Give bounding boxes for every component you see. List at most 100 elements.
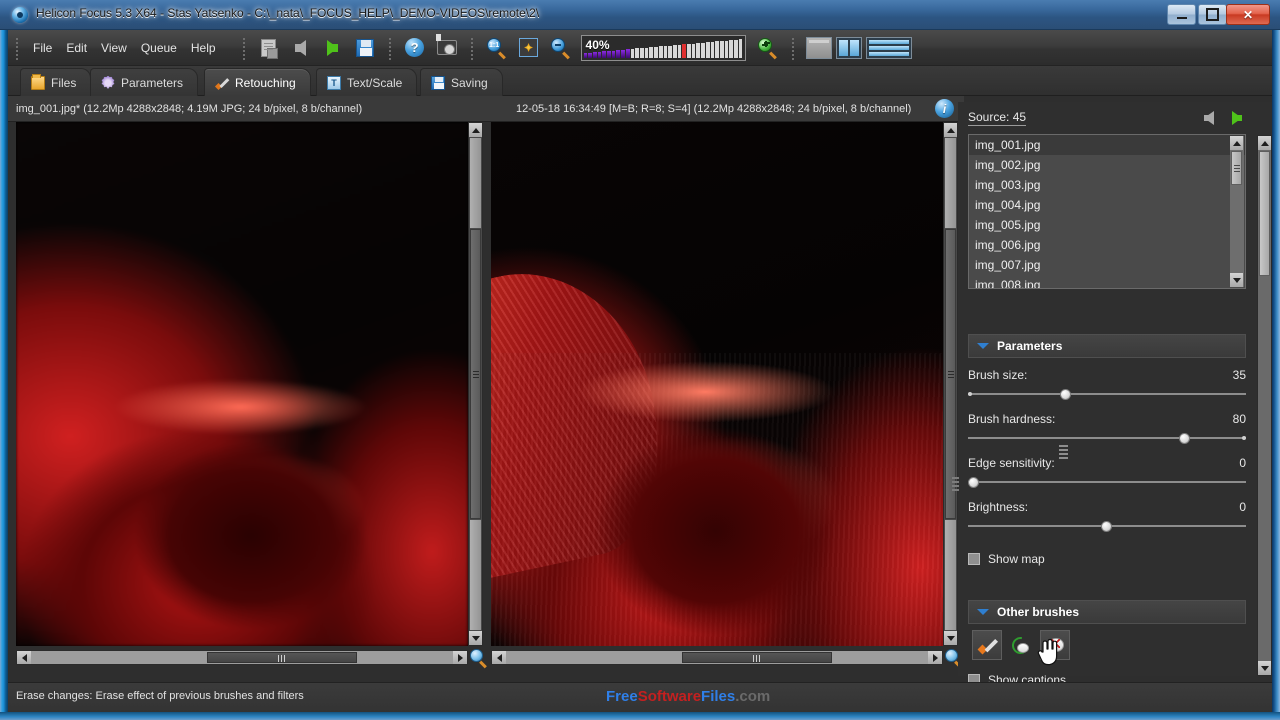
list-item[interactable]: img_003.jpg <box>969 175 1245 195</box>
scroll-right-icon[interactable] <box>928 651 942 664</box>
vscroll-track-top[interactable] <box>470 138 481 228</box>
scroll-down-icon[interactable] <box>1230 273 1243 287</box>
scroll-right-icon[interactable] <box>453 651 467 664</box>
zoom-in-button[interactable] <box>752 33 784 63</box>
scroll-left-icon[interactable] <box>492 651 506 664</box>
tab-parameters[interactable]: Parameters <box>90 68 199 96</box>
source-header[interactable]: Source: 45 <box>968 110 1027 126</box>
toolbar-grip[interactable] <box>14 35 20 60</box>
rows-view-button[interactable] <box>865 36 912 59</box>
back-arrow-icon[interactable] <box>1204 111 1214 125</box>
next-button[interactable] <box>317 33 349 63</box>
file-list-scrollbar[interactable] <box>1230 136 1244 287</box>
watermark-part4: .com <box>735 688 771 705</box>
toolbar-grip-5[interactable] <box>789 35 796 60</box>
menu-help[interactable]: Help <box>184 37 223 59</box>
forward-arrow-icon[interactable] <box>1232 111 1242 125</box>
left-pane-hscrollbar[interactable] <box>16 650 468 665</box>
brush-size-slider[interactable] <box>968 388 1246 400</box>
left-pane-vscrollbar[interactable] <box>468 122 483 646</box>
zoom-bar <box>616 49 621 58</box>
title-bar[interactable]: Helicon Focus 5.3 X64 - Stas Yatsenko - … <box>0 0 1280 30</box>
scroll-down-icon[interactable] <box>944 631 957 645</box>
single-view-button[interactable] <box>805 36 832 59</box>
toolbar-grip-3[interactable] <box>386 35 393 60</box>
other-brushes-section-header[interactable]: Other brushes <box>968 600 1246 624</box>
scroll-thumb[interactable] <box>1231 151 1242 185</box>
scroll-up-icon[interactable] <box>944 123 957 137</box>
split-view-button[interactable] <box>835 36 862 59</box>
help-button[interactable]: ? <box>399 33 431 63</box>
list-item[interactable]: img_008.jpg <box>969 275 1245 288</box>
toolbar-grip-4[interactable] <box>468 35 475 60</box>
list-item[interactable]: img_001.jpg <box>969 135 1245 155</box>
brightness-row: Brightness: 0 <box>968 500 1246 532</box>
zoom-bar <box>597 51 602 58</box>
zoom-out-button[interactable] <box>545 33 577 63</box>
vscroll-track-bottom[interactable] <box>470 520 481 630</box>
scroll-up-icon[interactable] <box>1230 136 1243 150</box>
zoom-level-widget[interactable]: 40% <box>580 34 746 61</box>
edge-sensitivity-slider[interactable] <box>968 476 1246 488</box>
paint-brush-button[interactable] <box>972 630 1002 660</box>
tab-saving[interactable]: Saving <box>420 68 503 96</box>
previous-button[interactable] <box>285 33 317 63</box>
source-image-pane[interactable] <box>16 122 468 646</box>
menu-queue[interactable]: Queue <box>134 37 184 59</box>
toolbar-grip-2[interactable] <box>240 35 247 60</box>
brightness-value: 0 <box>1239 500 1246 514</box>
brightness-slider[interactable] <box>968 520 1246 532</box>
list-item[interactable]: img_006.jpg <box>969 235 1245 255</box>
source-file-list[interactable]: img_001.jpg img_002.jpg img_003.jpg img_… <box>968 134 1246 289</box>
vscroll-track-top[interactable] <box>945 138 956 228</box>
brush-hardness-knob[interactable] <box>1179 433 1191 444</box>
scroll-up-icon[interactable] <box>1258 136 1271 150</box>
scroll-left-icon[interactable] <box>17 651 31 664</box>
brush-hardness-slider[interactable] <box>968 432 1246 444</box>
scroll-up-icon[interactable] <box>469 123 482 137</box>
list-item[interactable]: img_004.jpg <box>969 195 1245 215</box>
camera-button[interactable] <box>431 33 463 63</box>
tab-files[interactable]: Files <box>20 68 92 96</box>
hscroll-thumb[interactable] <box>682 652 832 663</box>
close-button[interactable]: ✕ <box>1226 4 1270 25</box>
parameters-section-header[interactable]: Parameters <box>968 334 1246 358</box>
scroll-down-icon[interactable] <box>469 631 482 645</box>
panel-splitter-grip[interactable] <box>1059 445 1068 459</box>
checkbox-icon[interactable] <box>968 553 980 565</box>
watermark-part1: Free <box>606 688 638 705</box>
hscroll-thumb[interactable] <box>207 652 357 663</box>
brush-size-knob[interactable] <box>1059 389 1071 400</box>
vscroll-track-bottom[interactable] <box>945 520 956 630</box>
brightness-knob[interactable] <box>1101 521 1113 532</box>
menu-edit[interactable]: Edit <box>59 37 94 59</box>
panel-scrollbar[interactable] <box>1257 135 1272 676</box>
zoom-pane-icon[interactable] <box>470 649 487 669</box>
result-image-pane[interactable] <box>491 122 943 646</box>
menu-view[interactable]: View <box>94 37 134 59</box>
edge-sensitivity-knob[interactable] <box>968 477 979 488</box>
add-files-button[interactable] <box>253 33 285 63</box>
info-icon[interactable]: i <box>935 99 954 118</box>
vscroll-thumb[interactable] <box>470 229 481 519</box>
show-map-checkbox[interactable]: Show map <box>968 552 1045 566</box>
minimize-button[interactable] <box>1167 4 1196 25</box>
erase-brush-button[interactable] <box>1040 630 1070 660</box>
tab-retouching[interactable]: Retouching <box>204 68 311 96</box>
panel-scroll-thumb[interactable] <box>1259 151 1270 276</box>
scroll-down-icon[interactable] <box>1258 661 1271 675</box>
list-item[interactable]: img_005.jpg <box>969 215 1245 235</box>
clone-brush-button[interactable] <box>1006 630 1036 660</box>
fit-to-window-button[interactable] <box>513 33 545 63</box>
menu-file[interactable]: File <box>26 37 59 59</box>
list-item[interactable]: img_002.jpg <box>969 155 1245 175</box>
tab-text-scale[interactable]: T Text/Scale <box>316 68 418 96</box>
panel-splitter[interactable] <box>952 475 959 491</box>
right-pane-hscrollbar[interactable] <box>491 650 943 665</box>
save-button[interactable] <box>349 33 381 63</box>
maximize-button[interactable] <box>1198 4 1227 25</box>
zoom-actual-size-button[interactable]: 1:1 <box>481 33 513 63</box>
right-pane-vscrollbar[interactable] <box>943 122 958 646</box>
result-image <box>491 122 943 646</box>
list-item[interactable]: img_007.jpg <box>969 255 1245 275</box>
